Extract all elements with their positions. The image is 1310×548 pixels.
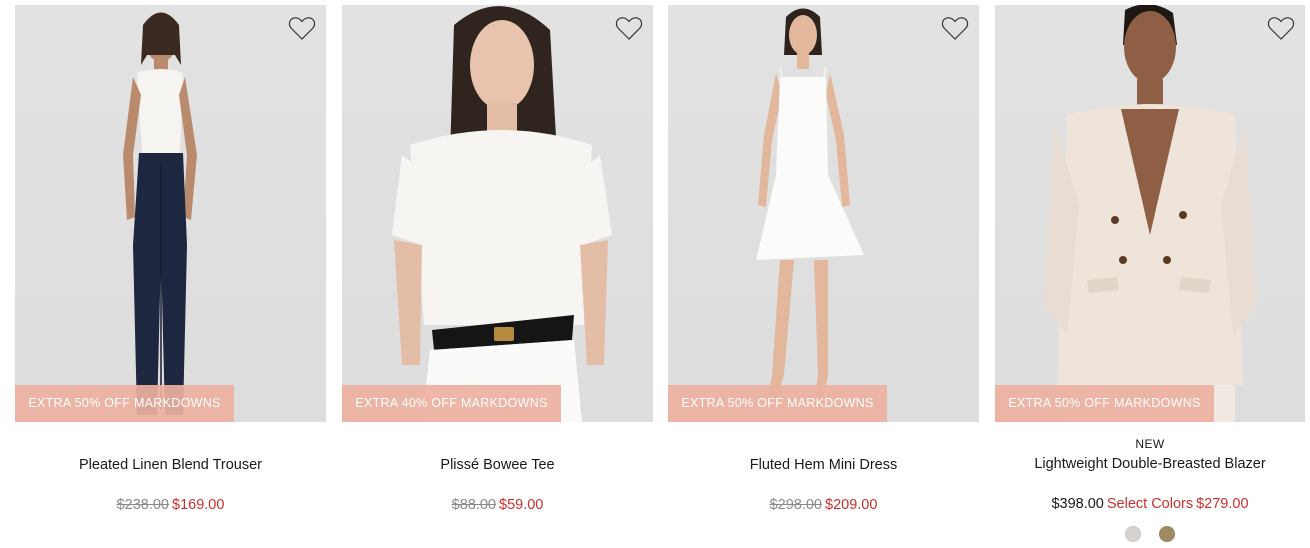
promo-badge: EXTRA 50% OFF MARKDOWNS <box>15 385 234 422</box>
model-illustration <box>123 12 197 415</box>
product-card[interactable]: EXTRA 40% OFF MARKDOWNS Plissé Bowee Tee… <box>342 5 653 548</box>
product-name[interactable]: Lightweight Double-Breasted Blazer <box>995 456 1305 472</box>
original-price: $238.00 <box>116 497 169 513</box>
model-illustration <box>1043 5 1257 422</box>
product-image[interactable]: EXTRA 50% OFF MARKDOWNS <box>668 5 979 422</box>
wishlist-heart-icon[interactable] <box>288 15 316 41</box>
promo-badge: EXTRA 50% OFF MARKDOWNS <box>668 385 887 422</box>
product-grid: EXTRA 50% OFF MARKDOWNS Pleated Linen Bl… <box>15 5 1305 548</box>
model-illustration <box>756 8 864 405</box>
wishlist-heart-icon[interactable] <box>615 15 643 41</box>
promo-badge: EXTRA 40% OFF MARKDOWNS <box>342 385 561 422</box>
color-swatches <box>995 526 1305 542</box>
product-card[interactable]: EXTRA 50% OFF MARKDOWNS NEW Lightweight … <box>995 5 1305 548</box>
wishlist-heart-icon[interactable] <box>941 15 969 41</box>
product-price: $298.00 $209.00 <box>668 497 979 513</box>
original-price: $88.00 <box>451 497 496 513</box>
product-name[interactable]: Pleated Linen Blend Trouser <box>15 457 326 473</box>
sale-price: $279.00 <box>1196 496 1249 512</box>
product-name[interactable]: Fluted Hem Mini Dress <box>668 457 979 473</box>
product-price: $88.00 $59.00 <box>342 497 653 513</box>
product-image[interactable]: EXTRA 50% OFF MARKDOWNS <box>15 5 326 422</box>
new-badge: NEW <box>1135 437 1165 451</box>
sale-price: $59.00 <box>499 497 544 513</box>
product-image[interactable]: EXTRA 40% OFF MARKDOWNS <box>342 5 653 422</box>
sale-price: $169.00 <box>172 497 225 513</box>
sale-price: $209.00 <box>825 497 878 513</box>
color-swatch-light[interactable] <box>1125 526 1141 542</box>
regular-price: $398.00 <box>1051 496 1104 512</box>
product-card[interactable]: EXTRA 50% OFF MARKDOWNS Pleated Linen Bl… <box>15 5 326 548</box>
select-colors-label: Select Colors <box>1106 496 1194 512</box>
product-image[interactable]: EXTRA 50% OFF MARKDOWNS <box>995 5 1305 422</box>
wishlist-heart-icon[interactable] <box>1267 15 1295 41</box>
promo-badge: EXTRA 50% OFF MARKDOWNS <box>995 385 1214 422</box>
color-swatch-tan[interactable] <box>1159 526 1175 542</box>
original-price: $298.00 <box>769 497 822 513</box>
product-price: $398.00 Select Colors $279.00 <box>995 496 1305 512</box>
product-card[interactable]: EXTRA 50% OFF MARKDOWNS Fluted Hem Mini … <box>668 5 979 548</box>
product-name[interactable]: Plissé Bowee Tee <box>342 457 653 473</box>
model-illustration <box>392 6 612 422</box>
product-price: $238.00 $169.00 <box>15 497 326 513</box>
